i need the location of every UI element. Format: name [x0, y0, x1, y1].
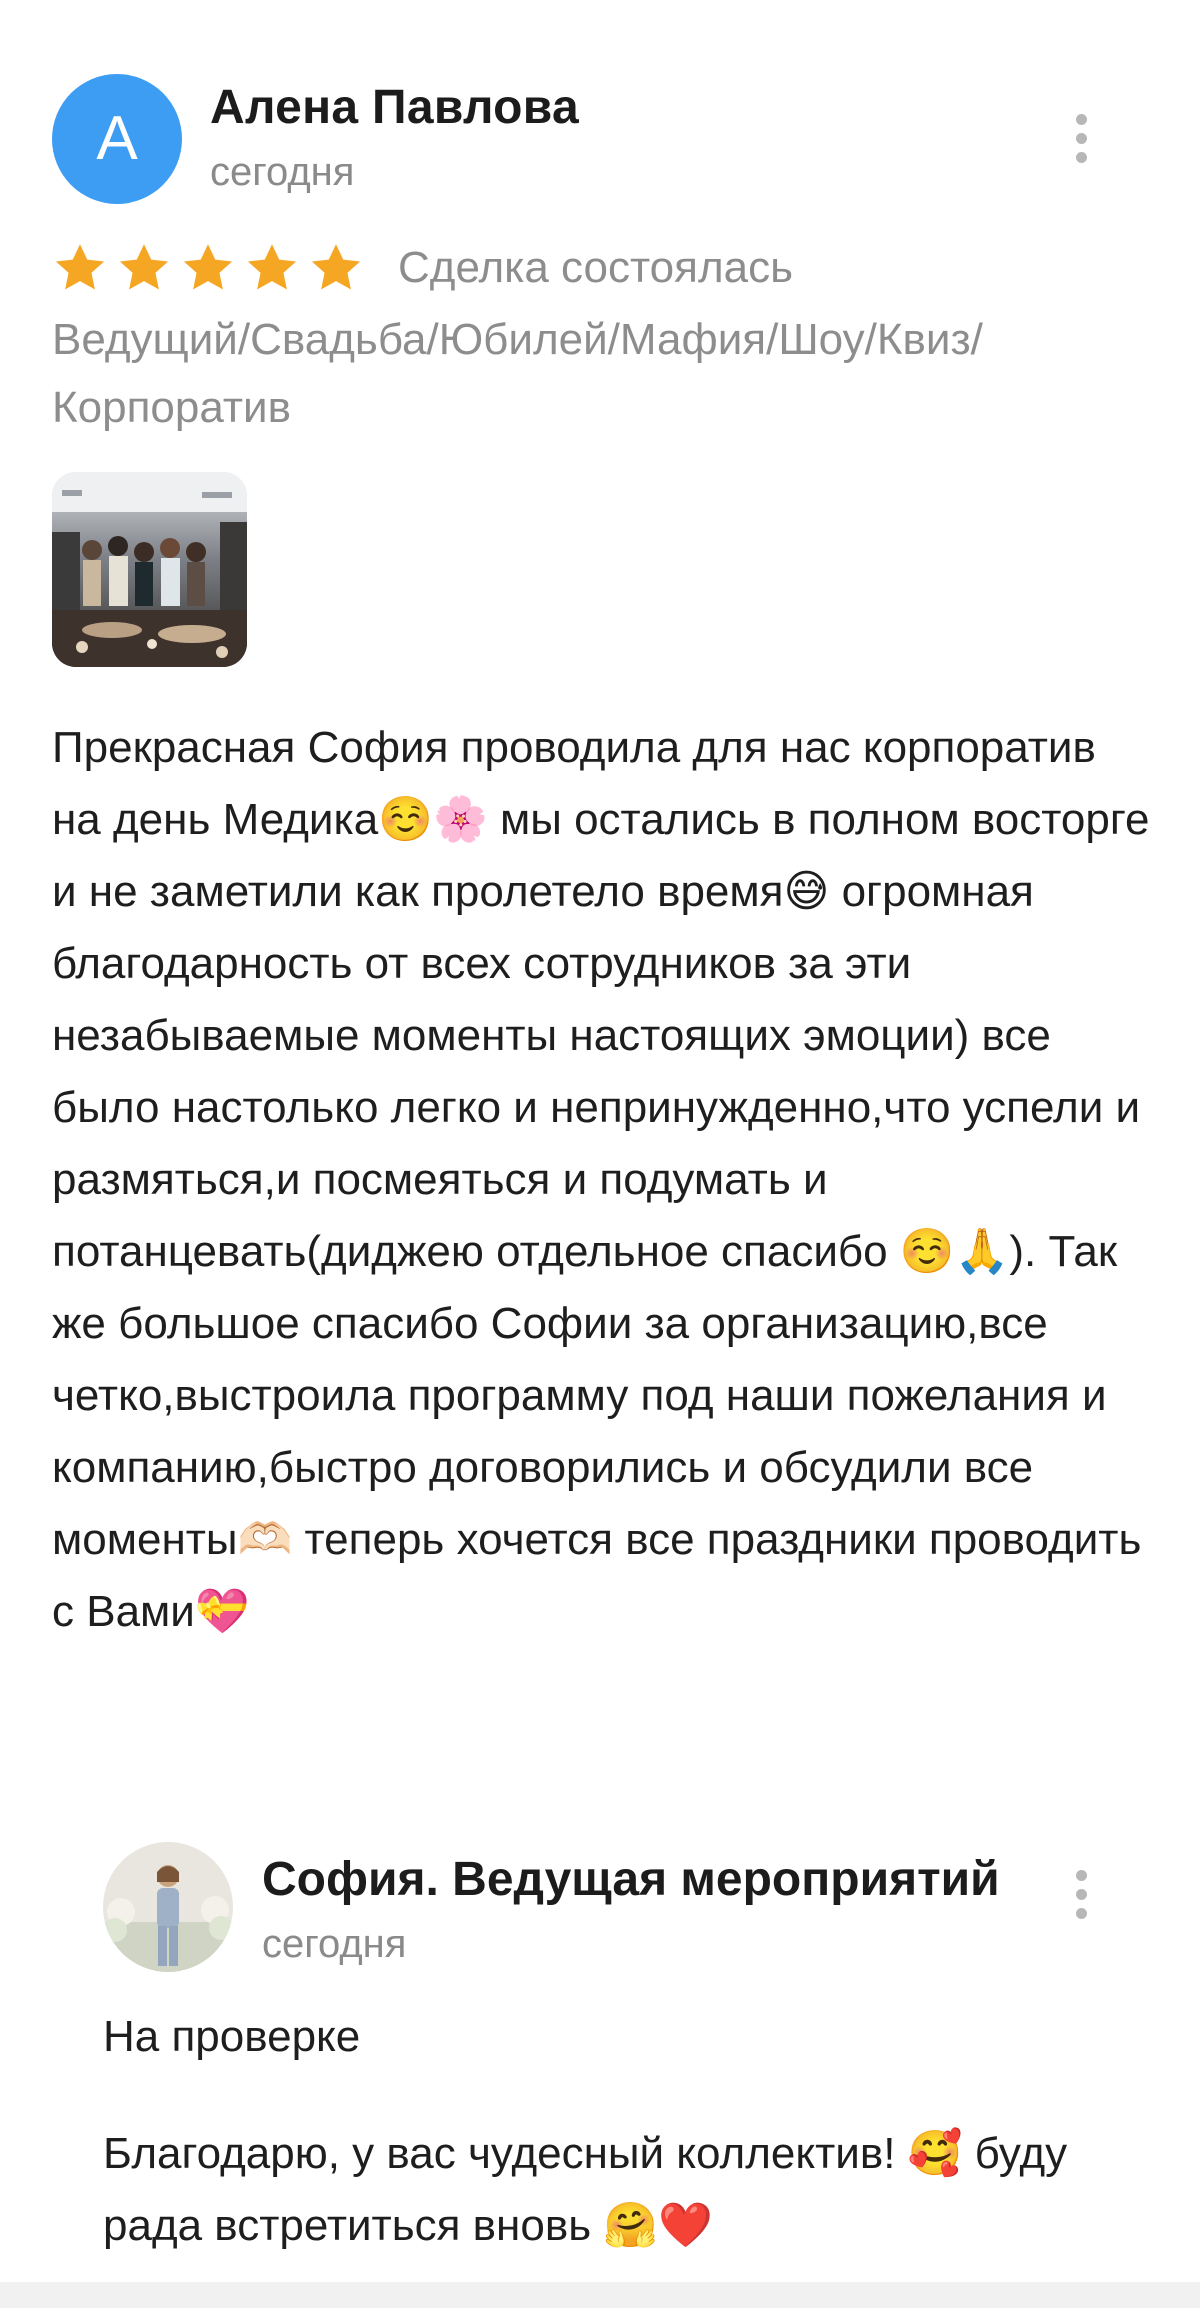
star-icon	[183, 244, 233, 290]
star-icon	[55, 244, 105, 290]
review-photo[interactable]	[52, 472, 247, 667]
rating-row: Сделка состоялась	[52, 238, 793, 298]
host-portrait-icon	[103, 1842, 233, 1972]
deal-status: Сделка состоялась	[398, 243, 794, 292]
author-avatar[interactable]: А	[52, 74, 182, 204]
service-category: Ведущий/Свадьба/Юбилей/Мафия/Шоу/Квиз/ К…	[52, 315, 983, 432]
reply-author-name[interactable]: София. Ведущая мероприятий	[262, 1852, 1002, 1907]
moderation-status: На проверке	[103, 2012, 361, 2061]
star-icon	[247, 244, 297, 290]
reply-date: сегодня	[262, 1922, 407, 1966]
star-icon	[119, 244, 169, 290]
bottom-divider	[0, 2282, 1200, 2308]
star-rating	[52, 240, 372, 296]
reply-text: Благодарю, у вас чудесный коллектив! 🥰 б…	[103, 2129, 1068, 2250]
reply-author-avatar[interactable]	[103, 1842, 233, 1972]
review-text: Прекрасная София проводила для нас корпо…	[52, 723, 1150, 1636]
reply-menu-icon[interactable]	[1062, 1860, 1102, 1930]
event-photo-thumbnail-icon	[52, 472, 247, 667]
star-icon	[311, 244, 361, 290]
author-name[interactable]: Алена Павлова	[210, 80, 579, 135]
review-menu-icon[interactable]	[1062, 104, 1102, 174]
review-date: сегодня	[210, 150, 355, 194]
